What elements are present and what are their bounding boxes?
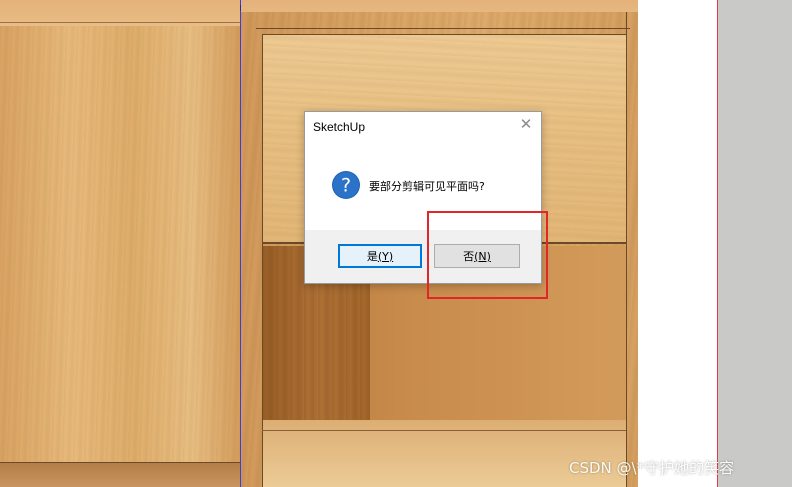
edge-line <box>262 34 626 35</box>
close-icon[interactable]: ✕ <box>519 117 533 132</box>
annotation-highlight-box <box>427 211 548 299</box>
canvas-white-area <box>638 0 718 487</box>
dialog-message: 要部分剪辑可见平面吗? <box>369 180 485 193</box>
right-gray-panel <box>718 0 792 487</box>
dialog-title: SketchUp <box>313 120 366 134</box>
csdn-watermark: CSDN @\*守护她的笑容 <box>569 459 735 477</box>
axis-line <box>240 5 241 11</box>
cabinet-base-left <box>0 462 240 487</box>
yes-button-key: (Y) <box>377 249 394 263</box>
edge-line <box>262 34 263 487</box>
edge-line <box>262 430 626 431</box>
question-icon: ? <box>332 171 360 199</box>
svg-text:?: ? <box>341 175 351 197</box>
yes-button-label: 是 <box>366 250 378 263</box>
edge-line <box>626 12 627 487</box>
yes-button[interactable]: 是 (Y) <box>338 244 422 268</box>
edge-line <box>256 28 630 29</box>
edge-line <box>0 462 240 463</box>
edge-line <box>0 22 240 23</box>
cabinet-left-side <box>0 22 240 462</box>
axis-line <box>240 0 241 487</box>
